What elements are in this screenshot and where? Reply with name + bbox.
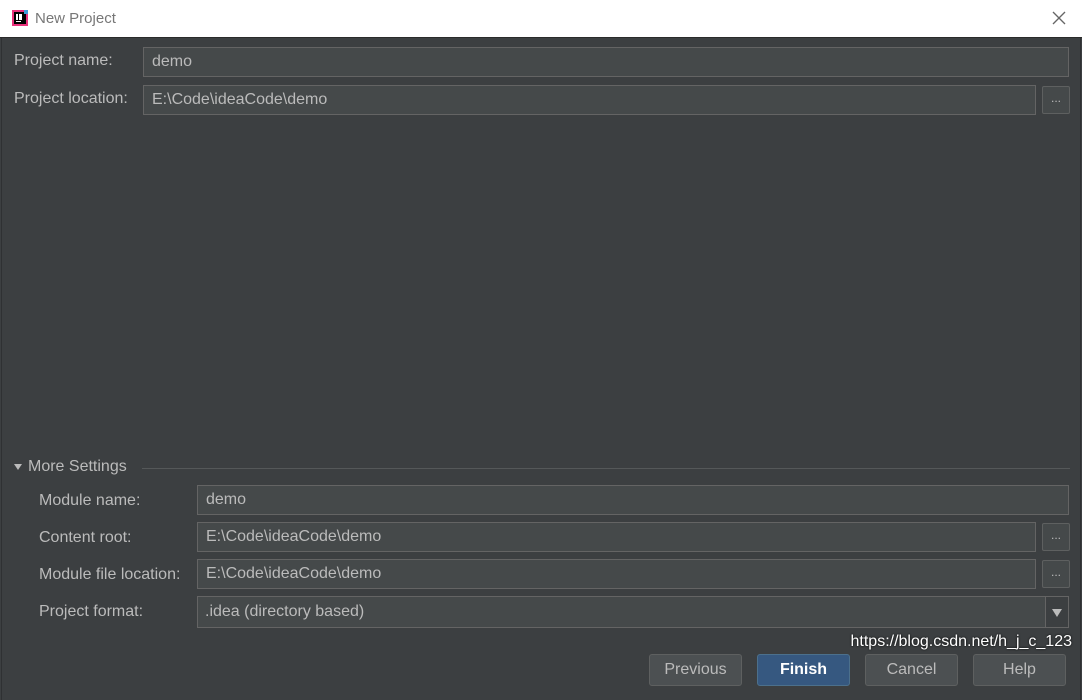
module-file-location-input[interactable] xyxy=(197,559,1036,589)
chevron-down-icon xyxy=(1052,609,1062,617)
project-name-input[interactable] xyxy=(143,47,1069,77)
intellij-idea-icon xyxy=(12,10,28,26)
content-root-input[interactable] xyxy=(197,522,1036,552)
project-location-label: Project location: xyxy=(14,90,128,107)
project-name-label: Project name: xyxy=(14,52,113,69)
cancel-button[interactable]: Cancel xyxy=(865,654,958,686)
project-location-browse-button[interactable]: ... xyxy=(1042,86,1070,114)
dropdown-arrow-button[interactable] xyxy=(1045,597,1068,627)
more-settings-toggle[interactable]: More Settings xyxy=(14,458,127,476)
project-location-input[interactable] xyxy=(143,85,1036,115)
expand-triangle-icon xyxy=(14,464,22,470)
section-divider xyxy=(142,468,1070,469)
module-name-input[interactable] xyxy=(197,485,1069,515)
help-button[interactable]: Help xyxy=(973,654,1066,686)
content-root-label: Content root: xyxy=(39,529,132,546)
project-format-label: Project format: xyxy=(39,603,144,620)
window-title: New Project xyxy=(35,10,116,27)
title-bar: New Project xyxy=(0,0,1082,38)
module-file-location-label: Module file location: xyxy=(39,566,181,583)
project-format-value: .idea (directory based) xyxy=(205,603,365,620)
new-project-dialog: Project name: Project location: ... More… xyxy=(1,38,1081,700)
watermark-text: https://blog.csdn.net/h_j_c_123 xyxy=(850,633,1073,650)
close-icon[interactable] xyxy=(1050,9,1068,27)
project-format-select[interactable]: .idea (directory based) xyxy=(197,596,1069,628)
module-file-location-browse-button[interactable]: ... xyxy=(1042,560,1070,588)
content-root-browse-button[interactable]: ... xyxy=(1042,523,1070,551)
module-name-label: Module name: xyxy=(39,492,141,509)
previous-button[interactable]: Previous xyxy=(649,654,742,686)
finish-button[interactable]: Finish xyxy=(757,654,850,686)
more-settings-header: More Settings xyxy=(28,458,127,475)
